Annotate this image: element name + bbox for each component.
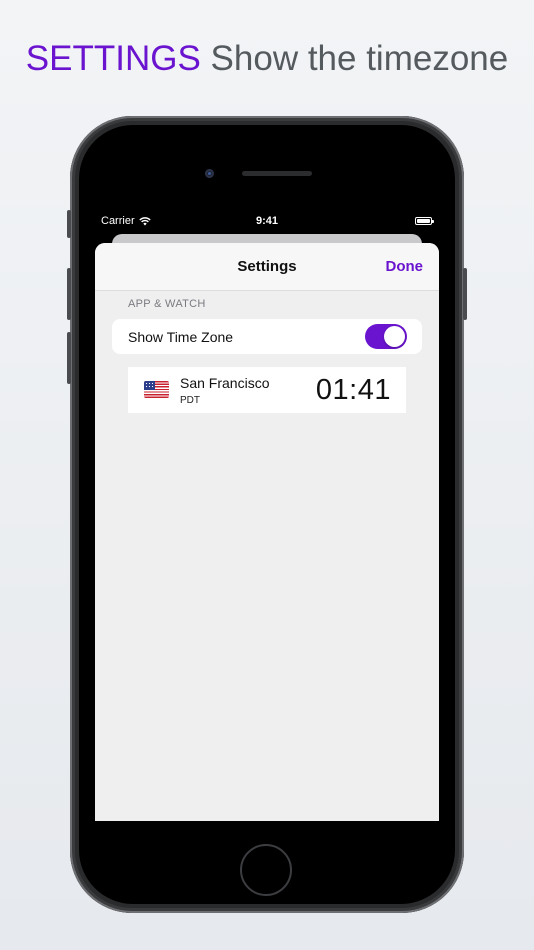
- front-camera-icon: [205, 169, 214, 178]
- power-button: [463, 268, 467, 320]
- volume-down-button: [67, 332, 71, 384]
- settings-sheet: Settings Done APP & WATCH Show Time Zone…: [95, 243, 439, 821]
- done-button[interactable]: Done: [386, 258, 424, 275]
- phone-screen: Carrier 9:41 Settings Done APP & WATCH S…: [95, 209, 439, 821]
- timezone-city: San Francisco: [180, 375, 270, 391]
- headline-accent: SETTINGS: [25, 39, 201, 78]
- phone-bezel: Carrier 9:41 Settings Done APP & WATCH S…: [79, 125, 455, 904]
- us-flag-icon: [144, 381, 169, 398]
- phone-frame: Carrier 9:41 Settings Done APP & WATCH S…: [67, 116, 467, 913]
- marketing-headline: SETTINGS Show the timezone: [0, 38, 534, 80]
- volume-up-button: [67, 268, 71, 320]
- show-time-zone-toggle[interactable]: [365, 324, 407, 349]
- toggle-knob: [384, 326, 405, 347]
- section-header: APP & WATCH: [128, 298, 206, 310]
- mute-switch: [67, 210, 71, 238]
- timezone-preview-card: San Francisco PDT 01:41: [128, 367, 406, 413]
- battery-icon: [415, 217, 434, 225]
- navigation-bar: Settings Done: [95, 243, 439, 291]
- status-time: 9:41: [255, 215, 279, 227]
- timezone-abbreviation: PDT: [180, 395, 200, 406]
- timezone-time: 01:41: [315, 374, 391, 406]
- headline-subtitle: Show the timezone: [210, 39, 509, 78]
- status-bar: Carrier 9:41: [95, 209, 439, 235]
- show-time-zone-row: Show Time Zone: [112, 319, 422, 354]
- show-time-zone-label: Show Time Zone: [128, 329, 234, 345]
- home-button: [240, 844, 292, 896]
- earpiece-speaker: [242, 171, 312, 176]
